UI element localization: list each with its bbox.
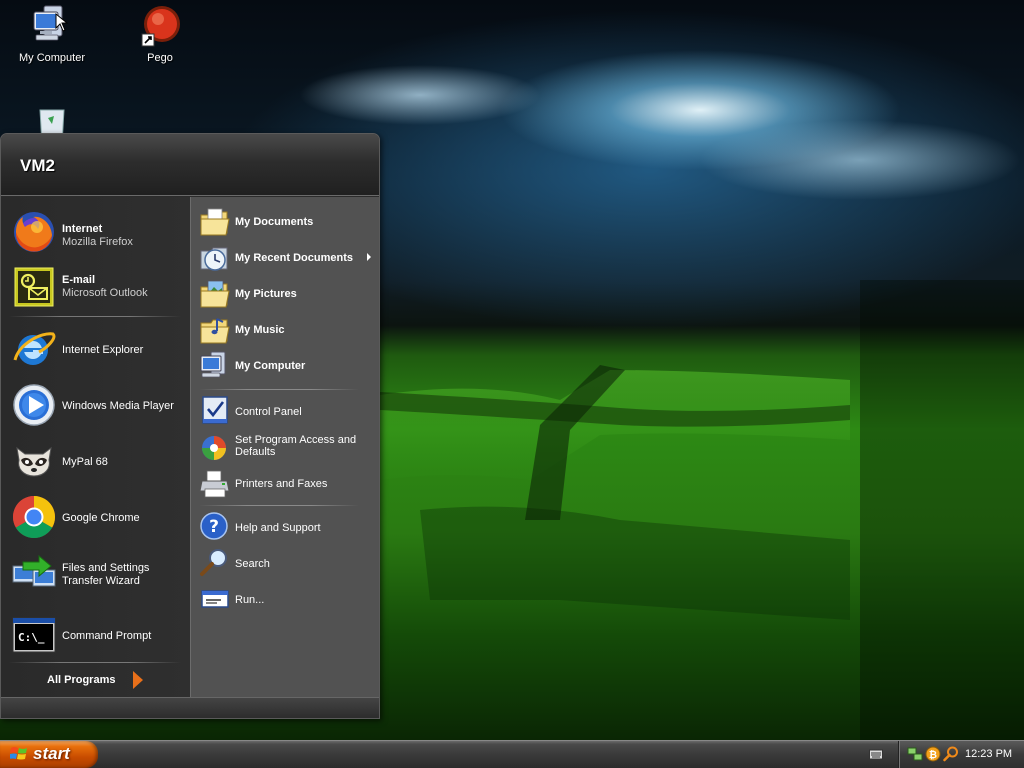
network-tray-icon[interactable] (907, 746, 923, 765)
help-icon: ? (199, 511, 231, 541)
program-title: MyPal 68 (62, 456, 108, 468)
setting-label-line2: Defaults (235, 446, 276, 458)
place-my-music[interactable]: My Music (199, 313, 375, 345)
setting-label: Printers and Faxes (235, 478, 328, 490)
keyboard-icon[interactable] (869, 749, 883, 763)
my-pictures-folder-icon (199, 279, 231, 309)
tool-label: Search (235, 558, 270, 570)
program-command-prompt[interactable]: C:\_ Command Prompt (9, 609, 185, 659)
search-tray-icon[interactable] (943, 746, 959, 765)
place-label: My Documents (235, 216, 314, 228)
clock[interactable]: 12:23 PM (965, 748, 1012, 760)
all-programs-separator (9, 662, 181, 663)
my-computer-icon (199, 351, 231, 381)
start-button[interactable]: start (0, 741, 98, 768)
place-my-pictures[interactable]: My Pictures (199, 277, 375, 309)
program-title: Command Prompt (62, 630, 152, 642)
start-menu-programs-column: Internet Mozilla Firefox E-mail Microsof… (1, 197, 190, 697)
submenu-arrow-icon (367, 253, 371, 261)
place-my-recent-documents[interactable]: My Recent Documents (199, 241, 375, 273)
program-google-chrome[interactable]: Google Chrome (9, 491, 185, 541)
program-mypal-68[interactable]: MyPal 68 (9, 435, 185, 485)
start-menu-footer (1, 697, 379, 718)
setting-label: Set Program Access and (235, 434, 357, 446)
control-panel-icon (199, 395, 231, 425)
printer-icon (199, 469, 231, 499)
start-menu-places-column: My Documents My Recent Documents My Pict… (190, 197, 379, 697)
program-title: Google Chrome (62, 512, 140, 524)
all-programs-label: All Programs (47, 674, 116, 686)
my-documents-folder-icon (199, 207, 231, 237)
setting-set-program-access-defaults[interactable]: Set Program Access and Defaults (199, 429, 375, 467)
taskbar: start ₿ 12:23 PM (0, 740, 1024, 768)
program-title: Internet Explorer (62, 344, 144, 356)
pego-icon (138, 4, 182, 48)
programs-separator (9, 316, 181, 317)
recent-documents-icon (199, 243, 231, 273)
place-label: My Music (235, 324, 285, 336)
program-title: Files and Settings (62, 562, 150, 574)
bitcoin-tray-icon[interactable]: ₿ (925, 746, 941, 765)
mypal-raccoon-icon (11, 438, 57, 484)
desktop-icon-label: Pego (147, 52, 173, 64)
my-computer-icon (30, 4, 74, 48)
internet-explorer-icon (11, 326, 57, 372)
run-icon (199, 583, 231, 613)
tool-run[interactable]: Run... (199, 581, 375, 613)
program-subtitle: Mozilla Firefox (62, 236, 133, 248)
program-title: E-mail (62, 274, 96, 286)
program-internet-firefox[interactable]: Internet Mozilla Firefox (9, 206, 185, 256)
place-label: My Recent Documents (235, 252, 353, 264)
settings-separator (199, 505, 359, 506)
outlook-icon (11, 264, 57, 310)
command-prompt-icon: C:\_ (11, 612, 57, 658)
place-label: My Computer (235, 360, 306, 372)
program-access-defaults-icon (199, 433, 231, 463)
svg-text:₿: ₿ (929, 749, 937, 761)
desktop-icon-pego[interactable]: Pego (120, 4, 200, 64)
user-name: VM2 (20, 156, 55, 175)
setting-control-panel[interactable]: Control Panel (199, 393, 375, 425)
place-my-documents[interactable]: My Documents (199, 205, 375, 237)
tool-label: Run... (235, 594, 265, 606)
tool-label: Help and Support (235, 522, 321, 534)
system-tray: ₿ 12:23 PM (898, 741, 1024, 768)
start-label: start (33, 744, 70, 763)
setting-printers-and-faxes[interactable]: Printers and Faxes (199, 467, 375, 499)
program-windows-media-player[interactable]: Windows Media Player (9, 379, 185, 429)
windows-media-player-icon (11, 382, 57, 428)
program-email-outlook[interactable]: E-mail Microsoft Outlook (9, 261, 185, 311)
start-menu-header: VM2 (1, 134, 379, 196)
start-menu: VM2 Internet Mozilla Firefox E-mail Micr… (0, 133, 380, 719)
program-files-settings-transfer-wizard[interactable]: Files and Settings Transfer Wizard (9, 547, 185, 597)
desktop-icon-label: My Computer (18, 52, 86, 64)
places-separator (199, 389, 359, 390)
my-music-folder-icon (199, 315, 231, 345)
windows-flag-icon (9, 746, 28, 766)
program-title: Windows Media Player (62, 400, 174, 412)
tool-help-and-support[interactable]: ? Help and Support (199, 509, 375, 541)
transfer-wizard-icon (11, 550, 57, 596)
all-programs-button[interactable]: All Programs (21, 669, 171, 691)
program-title-line2: Transfer Wizard (62, 575, 140, 587)
command-prompt-glyph: C:\_ (18, 631, 45, 644)
desktop-icon-my-computer[interactable]: My Computer (12, 4, 92, 64)
program-subtitle: Microsoft Outlook (62, 287, 148, 299)
google-chrome-icon (11, 494, 57, 540)
program-internet-explorer[interactable]: Internet Explorer (9, 323, 185, 373)
search-icon (199, 547, 231, 577)
setting-label: Control Panel (235, 406, 302, 418)
all-programs-arrow-icon (133, 671, 143, 689)
firefox-icon (11, 209, 57, 255)
tool-search[interactable]: Search (199, 545, 375, 577)
program-title: Internet (62, 223, 103, 235)
place-my-computer[interactable]: My Computer (199, 349, 375, 381)
place-label: My Pictures (235, 288, 297, 300)
svg-text:?: ? (209, 517, 219, 537)
